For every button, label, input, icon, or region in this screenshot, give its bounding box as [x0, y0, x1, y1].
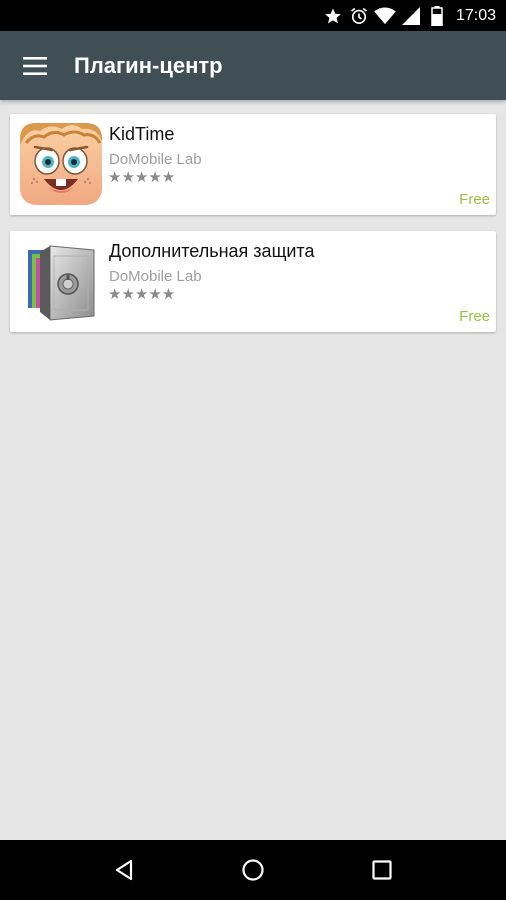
plugin-rating: ★★★★★	[108, 286, 176, 303]
home-icon	[242, 859, 264, 881]
battery-icon	[426, 5, 448, 27]
home-button[interactable]	[233, 850, 273, 890]
plugin-list: KidTime DoMobile Lab ★★★★★ Free Дополнит…	[0, 100, 506, 840]
status-time: 17:03	[455, 6, 496, 24]
menu-button[interactable]	[0, 31, 70, 100]
signal-icon	[400, 5, 422, 27]
navigation-bar	[0, 840, 506, 900]
plugin-price: Free	[459, 191, 490, 208]
back-icon	[116, 859, 133, 881]
safe-lock-icon	[20, 240, 102, 322]
plugin-rating: ★★★★★	[108, 169, 176, 186]
back-button[interactable]	[104, 850, 144, 890]
wifi-icon	[374, 5, 396, 27]
page-title: Плагин-центр	[74, 52, 223, 78]
plugin-price: Free	[459, 308, 490, 325]
plugin-name: Дополнительная защита	[109, 241, 315, 261]
plugin-developer: DoMobile Lab	[109, 268, 202, 285]
plugin-card-kidtime[interactable]: KidTime DoMobile Lab ★★★★★ Free	[10, 114, 496, 215]
hamburger-menu-icon	[23, 56, 47, 75]
alarm-icon	[348, 5, 370, 27]
recents-button[interactable]	[362, 850, 402, 890]
plugin-name: KidTime	[109, 124, 175, 144]
plugin-card-extra-protection[interactable]: Дополнительная защита DoMobile Lab ★★★★★…	[10, 231, 496, 332]
recents-icon	[372, 860, 392, 880]
app-bar: Плагин-центр	[0, 31, 506, 100]
star-icon	[322, 5, 344, 27]
status-bar: 17:03	[0, 0, 506, 31]
plugin-developer: DoMobile Lab	[109, 151, 202, 168]
kidtime-face-icon	[20, 123, 102, 205]
